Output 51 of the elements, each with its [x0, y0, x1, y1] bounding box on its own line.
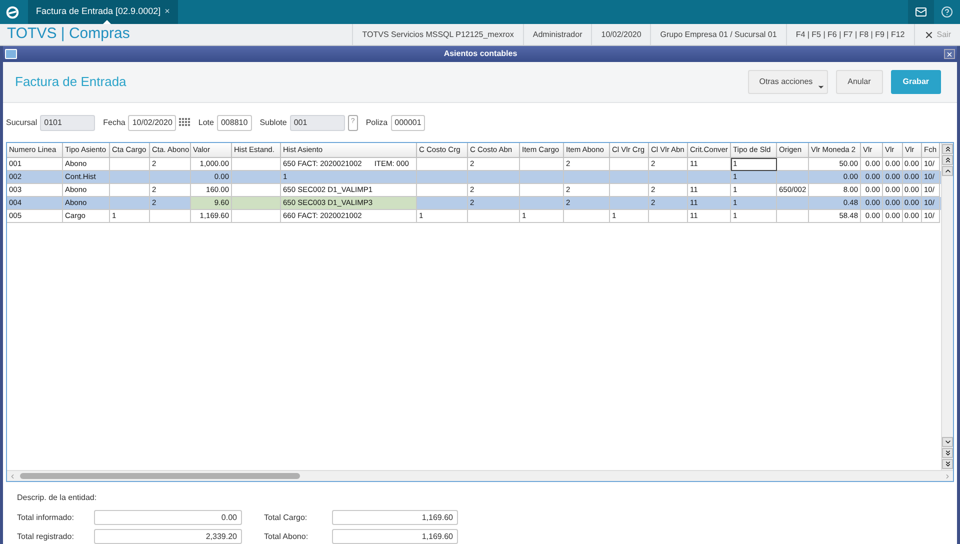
- total-field[interactable]: 1,169.60: [332, 510, 458, 525]
- window-tab[interactable]: Factura de Entrada [02.9.0002] ×: [28, 0, 178, 24]
- field-label: Sucursal: [6, 116, 38, 128]
- description-label: Descrip. de la entidad:: [17, 492, 98, 504]
- input-field[interactable]: 000001: [390, 114, 426, 130]
- input-field[interactable]: 10/02/2020: [128, 114, 176, 130]
- scroll-bottom-icon[interactable]: [942, 459, 953, 469]
- table-cell: [777, 210, 809, 223]
- header-info: F4 | F5 | F6 | F7 | F8 | F9 | F12: [786, 24, 914, 45]
- header-info: TOTVS Servicios MSSQL P12125_mexrox: [352, 24, 523, 45]
- close-icon[interactable]: ×: [164, 5, 170, 19]
- table-cell: [232, 210, 281, 223]
- header-info: 10/02/2020: [591, 24, 650, 45]
- total-label: Total informado:: [17, 512, 75, 524]
- calendar-icon[interactable]: [179, 118, 190, 127]
- dialog-title: Asientos contables: [444, 48, 518, 60]
- header-info: Administrador: [522, 24, 592, 45]
- table-cell: [649, 210, 688, 223]
- scroll-page-down-icon[interactable]: [942, 448, 953, 458]
- total-field[interactable]: 2,339.20: [94, 529, 242, 544]
- window-icon: [5, 49, 17, 59]
- total-label: Total Cargo:: [263, 512, 308, 524]
- table-cell: [150, 210, 191, 223]
- field-label: Fecha: [103, 116, 126, 128]
- scroll-left-icon: [9, 472, 16, 480]
- total-label: Total registrado:: [17, 530, 75, 542]
- header-info: Grupo Empresa 01 / Sucursal 01: [650, 24, 786, 45]
- table-cell: [564, 210, 610, 223]
- cancel-button[interactable]: Anular: [836, 70, 883, 94]
- field-label: Lote: [198, 116, 214, 128]
- caret-icon: [816, 83, 825, 91]
- field-label: Poliza: [366, 116, 388, 128]
- scroll-thumb[interactable]: [20, 473, 300, 479]
- close-icon: [924, 30, 934, 40]
- horizontal-scrollbar[interactable]: [7, 470, 953, 481]
- more-actions-button[interactable]: Otras acciones: [748, 70, 828, 94]
- close-icon[interactable]: [944, 49, 955, 59]
- mail-icon[interactable]: [908, 0, 934, 24]
- scroll-top-icon[interactable]: [942, 144, 953, 154]
- scroll-right-icon: [944, 472, 951, 480]
- total-field[interactable]: 0.00: [94, 510, 242, 525]
- input-field[interactable]: 008810: [216, 114, 252, 130]
- table-cell: [468, 210, 520, 223]
- table-cell: [232, 197, 281, 210]
- total-field[interactable]: 1,169.60: [332, 529, 458, 544]
- field-label: Sublote: [260, 116, 287, 128]
- total-label: Total Abono:: [263, 530, 310, 542]
- form-heading: Factura de Entrada: [15, 73, 126, 92]
- app-title: TOTVS | Compras: [6, 24, 130, 44]
- scroll-page-up-icon[interactable]: [942, 155, 953, 165]
- vertical-scrollbar[interactable]: [941, 143, 953, 470]
